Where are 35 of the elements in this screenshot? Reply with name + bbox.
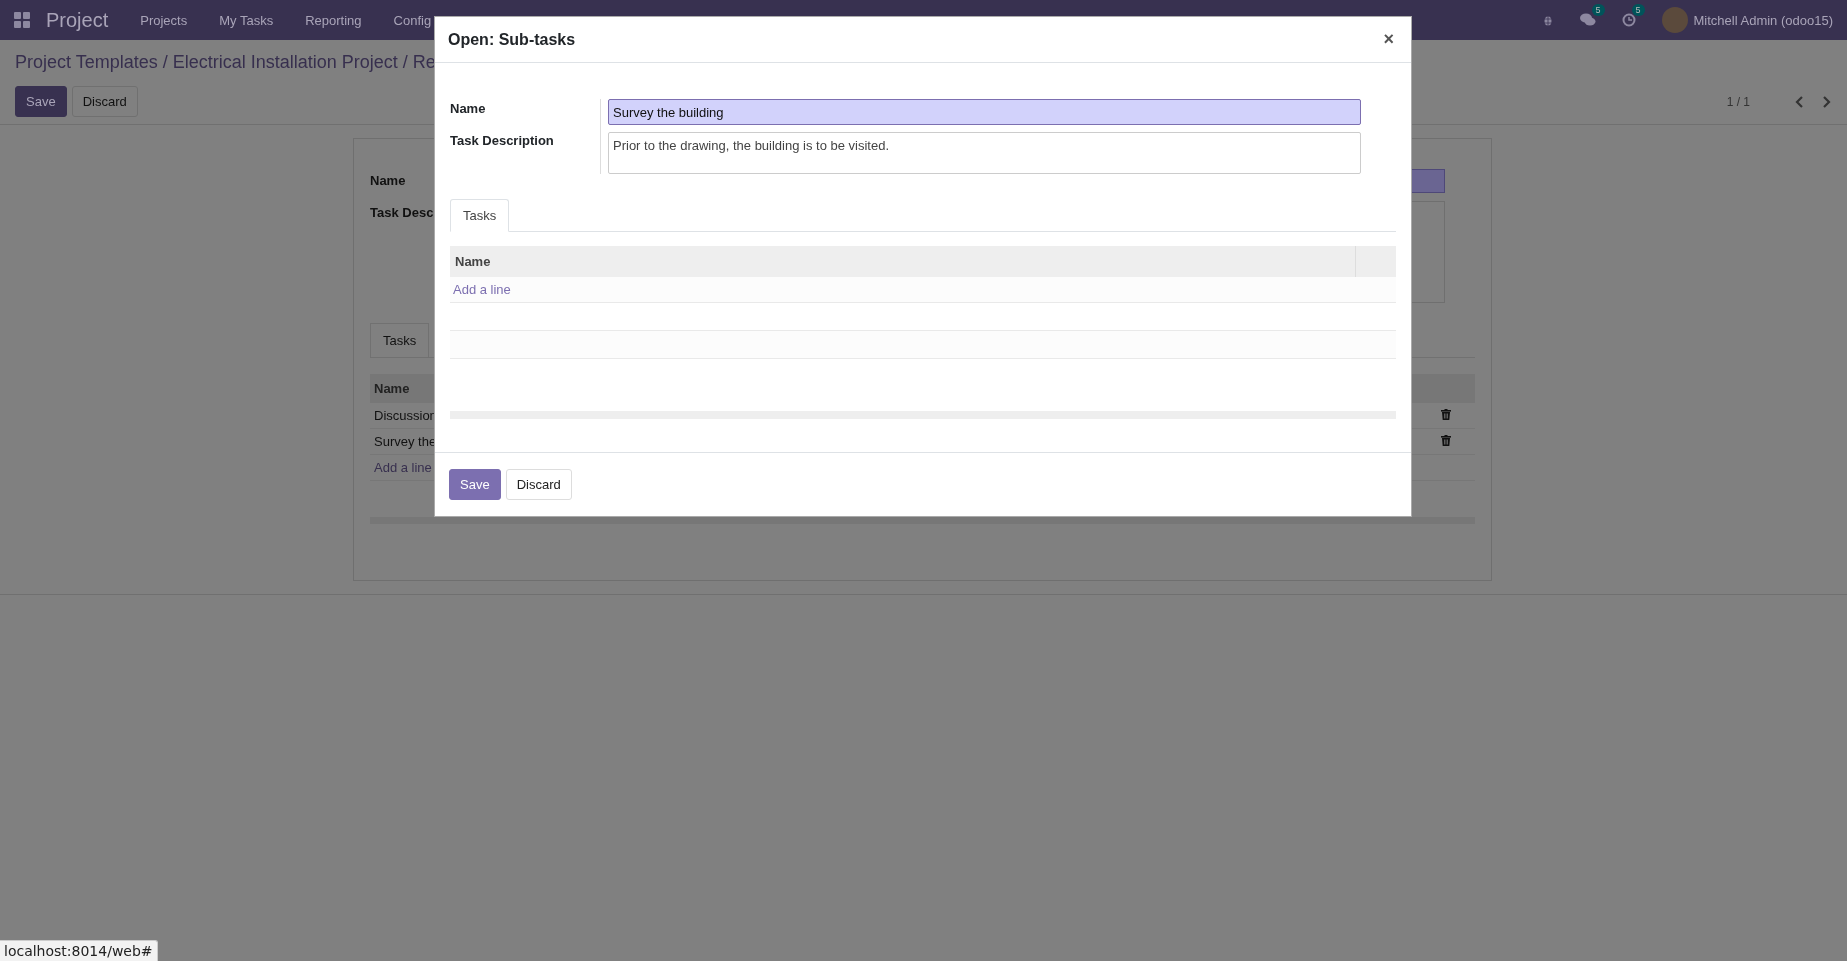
field-label: Task Desc [370,205,434,220]
save-button[interactable]: Save [15,86,67,117]
menu-item[interactable]: Config [393,12,432,28]
menu-item[interactable]: Projects [140,12,188,28]
activity-count-badge: 5 [1631,4,1645,16]
field-label: Name [370,173,406,188]
chat-icon[interactable] [1579,13,1596,27]
trash-icon[interactable] [1441,435,1451,446]
chevron-right-icon[interactable] [1822,95,1832,108]
save-button[interactable]: Save [449,469,501,500]
field-label: Task Description [450,133,555,150]
clock-icon[interactable] [1621,13,1636,27]
app-grid-icon[interactable] [14,12,30,28]
name-input[interactable]: Survey the building [608,99,1361,125]
add-line-link[interactable]: Add a line [374,460,432,475]
field-label: Name [450,101,487,118]
column-header: Name [450,246,1356,277]
dialog-title: Open: Sub-tasks [448,30,576,49]
tab[interactable]: Tasks [450,199,510,232]
chevron-left-icon[interactable] [1794,95,1804,108]
trash-icon[interactable] [1441,409,1451,420]
app-name[interactable]: Project [46,8,109,32]
discard-button[interactable]: Discard [505,469,572,500]
description-input[interactable]: Prior to the drawing, the building is to be visited. [608,132,1361,174]
pager-counter: 1 / 1 [1726,94,1750,109]
user-name[interactable]: Mitchell Admin (odoo15) [1693,12,1833,28]
close-button[interactable]: × [1379,29,1398,50]
menu-item[interactable]: Reporting [305,12,362,28]
tab[interactable]: Tasks [370,323,430,358]
add-line-link[interactable]: Add a line [453,282,511,297]
menu-item[interactable]: My Tasks [219,12,274,28]
message-count-badge: 5 [1591,4,1605,16]
status-url: localhost:8014/web# [0,940,158,961]
discard-button[interactable]: Discard [71,86,138,117]
bug-icon[interactable] [1541,14,1554,26]
